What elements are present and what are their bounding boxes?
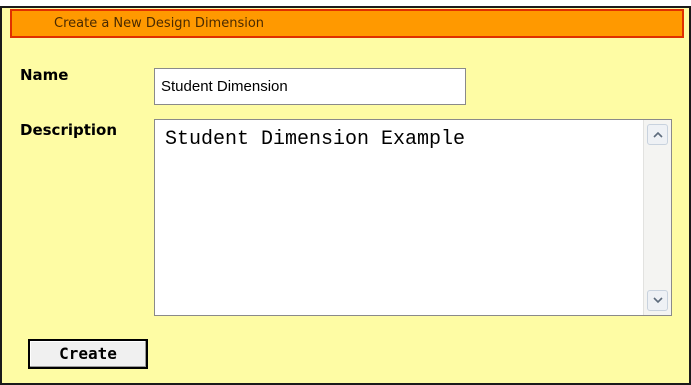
chevron-up-icon [653, 131, 663, 138]
create-button[interactable]: Create [28, 339, 148, 369]
description-label: Description [20, 121, 118, 139]
form-title: Create a New Design Dimension [54, 16, 265, 31]
name-input[interactable]: Student Dimension [154, 68, 466, 105]
name-label: Name [20, 66, 69, 84]
scroll-up-button[interactable] [647, 124, 668, 145]
scroll-down-button[interactable] [647, 290, 668, 311]
description-text: Student Dimension Example [165, 128, 466, 151]
description-scrollbar[interactable] [643, 120, 671, 315]
chevron-down-icon [653, 297, 663, 304]
description-textarea[interactable]: Student Dimension Example [154, 119, 672, 316]
form-title-bar: Create a New Design Dimension [10, 9, 684, 38]
